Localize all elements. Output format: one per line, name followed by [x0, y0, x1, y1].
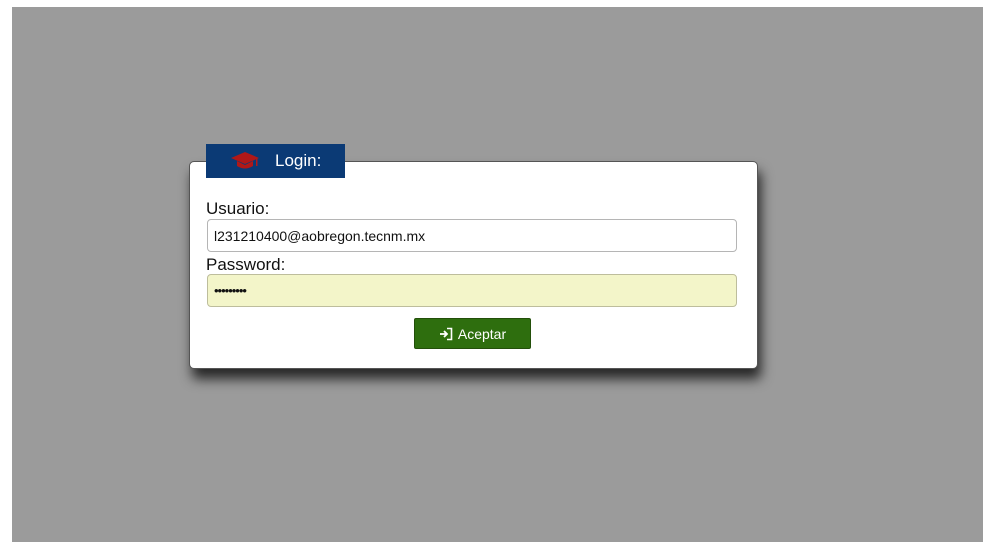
username-input[interactable]	[207, 219, 737, 252]
password-input[interactable]	[207, 274, 737, 307]
login-title: Login:	[275, 151, 322, 170]
login-legend: Login:	[206, 144, 345, 178]
username-label: Usuario:	[206, 199, 270, 218]
sign-in-icon	[439, 327, 453, 341]
password-label: Password:	[206, 255, 286, 274]
accept-button[interactable]: Aceptar	[414, 318, 531, 349]
accept-button-label: Aceptar	[457, 325, 507, 342]
graduation-cap-icon	[230, 151, 260, 171]
